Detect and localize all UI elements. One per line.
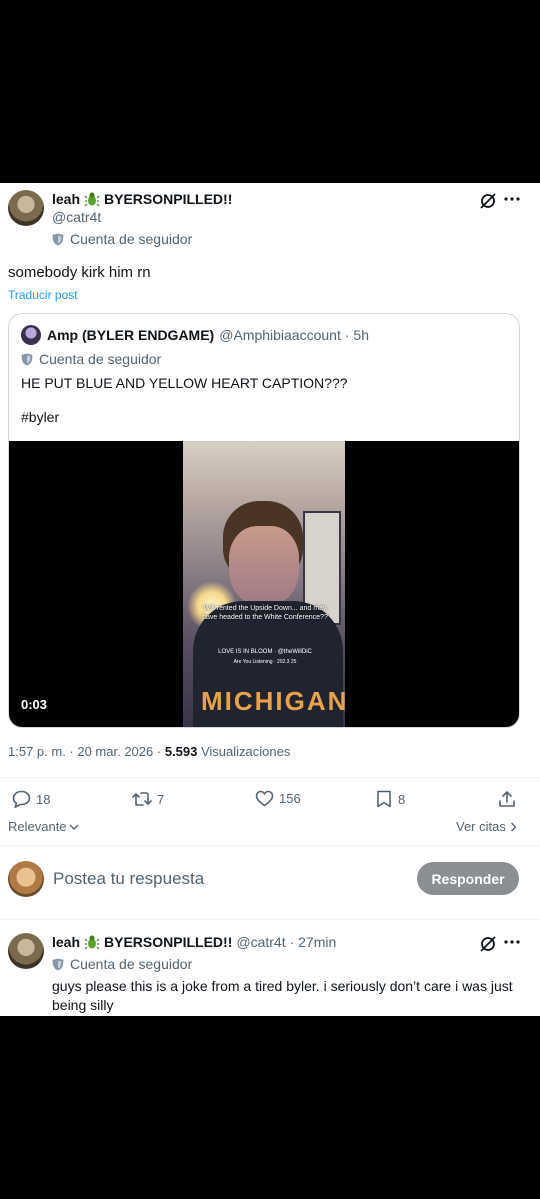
author-handle[interactable]: @catr4t xyxy=(52,209,101,225)
reply-author-handle[interactable]: @catr4t xyxy=(236,934,285,950)
repost-count: 7 xyxy=(157,791,165,807)
author-avatar[interactable] xyxy=(8,190,44,226)
follower-badge: Cuenta de seguidor xyxy=(52,231,192,247)
like-action[interactable]: 156 xyxy=(255,790,301,807)
video-duration: 0:03 xyxy=(21,697,48,712)
chevron-right-icon xyxy=(510,822,517,832)
views-count: 5.593 xyxy=(164,744,198,759)
grok-icon[interactable] xyxy=(478,191,498,211)
quote-text-line1: HE PUT BLUE AND YELLOW HEART CAPTION??? xyxy=(21,375,348,391)
quoted-post[interactable]: Amp (BYLER ENDGAME) @Amphibiaaccount · 5… xyxy=(8,313,520,728)
sort-relevance[interactable]: Relevante xyxy=(8,819,79,834)
author-name-row[interactable]: leah BYERSONPILLED!! xyxy=(52,191,232,207)
video-frame: Will rented the Upside Down... and may h… xyxy=(183,441,345,727)
divider xyxy=(0,777,540,778)
divider xyxy=(0,845,540,846)
post-meta: 1:57 p. m. · 20 mar. 2026 · 5.593 Visual… xyxy=(8,744,290,759)
shirt-print: MICHIGAN xyxy=(201,686,345,716)
quote-author-row: Amp (BYLER ENDGAME) @Amphibiaaccount · 5… xyxy=(47,327,369,343)
video-sub: Are You Listening · 202.3 25 xyxy=(233,659,297,665)
bug-emoji-icon xyxy=(84,191,100,207)
bug-emoji-icon xyxy=(84,934,100,950)
quote-author-handle: @Amphibiaaccount xyxy=(219,327,341,343)
grok-icon[interactable] xyxy=(478,934,498,954)
quote-author-name: Amp (BYLER ENDGAME) xyxy=(47,327,215,343)
more-options-icon[interactable] xyxy=(501,932,523,952)
bookmark-action[interactable]: 8 xyxy=(376,790,405,808)
bookmark-icon xyxy=(376,790,392,808)
video-tag: LOVE IS IN BLOOM · @theWillDiC xyxy=(218,649,312,655)
shield-icon xyxy=(52,233,64,246)
quote-time: · 5h xyxy=(344,327,369,343)
repost-action[interactable]: 7 xyxy=(132,790,164,808)
like-count: 156 xyxy=(279,791,301,806)
reply-author-avatar[interactable] xyxy=(8,933,44,969)
divider xyxy=(0,919,540,920)
translate-link[interactable]: Traducir post xyxy=(8,288,78,302)
quote-text-line2: #byler xyxy=(21,409,60,425)
shield-icon xyxy=(52,958,64,971)
quote-follower-label: Cuenta de seguidor xyxy=(39,351,162,367)
tweet-text: somebody kirk him rn xyxy=(8,264,151,281)
more-options-icon[interactable] xyxy=(501,189,523,209)
follower-label: Cuenta de seguidor xyxy=(70,231,193,247)
quote-author-avatar xyxy=(21,325,41,345)
view-quotes[interactable]: Ver citas xyxy=(456,819,517,834)
repost-icon xyxy=(132,790,152,808)
share-icon[interactable] xyxy=(497,789,517,809)
author-name-suffix: BYERSONPILLED!! xyxy=(104,191,233,207)
reply-follower-label: Cuenta de seguidor xyxy=(70,956,193,972)
reply-count: 18 xyxy=(36,791,51,807)
post-timestamp[interactable]: 1:57 p. m. · 20 mar. 2026 · xyxy=(8,744,165,759)
reply-action[interactable]: 18 xyxy=(12,790,50,808)
person-face xyxy=(229,526,299,606)
shield-icon xyxy=(21,353,33,366)
reply-icon xyxy=(12,790,31,808)
heart-icon xyxy=(255,790,274,807)
my-avatar[interactable] xyxy=(8,861,44,897)
reply-author-row[interactable]: leah BYERSONPILLED!! @catr4t · 27min xyxy=(52,934,336,950)
reply-author-name[interactable]: leah xyxy=(52,934,80,950)
reply-follower-badge: Cuenta de seguidor xyxy=(52,956,192,972)
sort-relevance-label: Relevante xyxy=(8,819,67,834)
post-detail-screen: leah BYERSONPILLED!! @catr4t Cuenta de s… xyxy=(0,183,540,1016)
reply-input[interactable]: Postea tu respuesta xyxy=(53,869,204,889)
quote-follower-badge: Cuenta de seguidor xyxy=(21,351,161,367)
view-quotes-label: Ver citas xyxy=(456,819,506,834)
reply-button[interactable]: Responder xyxy=(417,862,519,895)
views-label: Visualizaciones xyxy=(197,744,291,759)
video-caption: Will rented the Upside Down... and may h… xyxy=(202,605,328,621)
video-player[interactable]: Will rented the Upside Down... and may h… xyxy=(9,441,519,727)
reply-text: guys please this is a joke from a tired … xyxy=(52,978,513,1013)
reply-time: · 27min xyxy=(289,934,337,950)
author-name[interactable]: leah xyxy=(52,191,80,207)
reply-author-suffix: BYERSONPILLED!! xyxy=(104,934,233,950)
chevron-down-icon xyxy=(69,823,79,831)
bookmark-count: 8 xyxy=(398,791,406,807)
